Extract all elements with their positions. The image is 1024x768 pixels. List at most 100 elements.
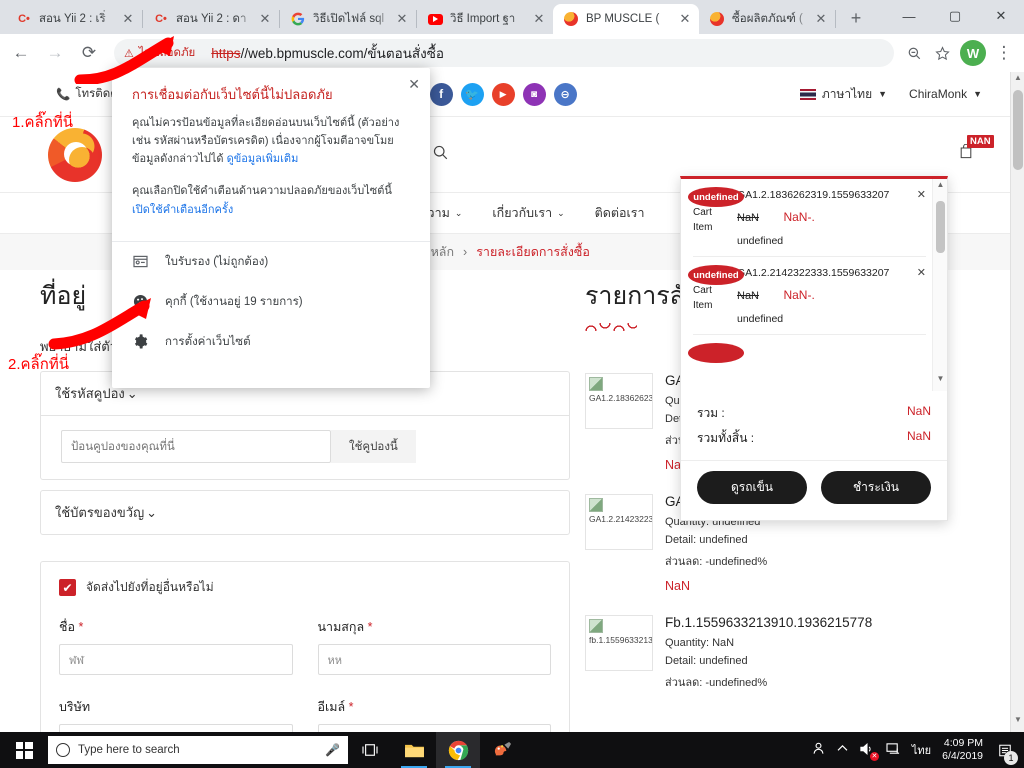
quantity-value: NaN (712, 637, 735, 649)
clock-date: 6/4/2019 (942, 750, 983, 762)
email-input[interactable] (317, 724, 551, 732)
task-view-icon[interactable] (348, 732, 392, 768)
nav-item-contact[interactable]: ติดต่อเรา (595, 203, 645, 223)
close-icon[interactable]: ✕ (408, 76, 420, 93)
browser-tab[interactable]: C• สอน Yii 2 : เริ่ ✕ (6, 4, 142, 34)
coupon-input[interactable] (61, 430, 331, 463)
paint-icon[interactable] (480, 732, 524, 768)
cart-scroll-down-icon[interactable]: ▼ (933, 374, 948, 390)
browser-tab-active[interactable]: BP MUSCLE ( ✕ (553, 4, 699, 34)
maximize-button[interactable]: ▢ (932, 0, 978, 32)
company-input[interactable] (59, 724, 293, 732)
google-icon (290, 11, 306, 27)
order-item-detail: Detail: undefined (665, 534, 975, 546)
zoom-icon[interactable] (900, 39, 928, 67)
cart-scrollbar-thumb[interactable] (936, 201, 945, 253)
facebook-icon[interactable]: f (429, 82, 453, 106)
chrome-menu-icon[interactable]: ⋮ (990, 39, 1018, 67)
cart-icon[interactable]: NAN (958, 135, 994, 165)
apply-coupon-button[interactable]: ใช้คูปองนี้ (331, 430, 416, 463)
microphone-icon[interactable]: 🎤 (325, 743, 340, 757)
chrome-icon[interactable] (436, 732, 480, 768)
field-label-text: ชื่อ (59, 620, 75, 634)
people-icon[interactable] (811, 741, 826, 759)
line-icon[interactable]: ⊖ (553, 82, 577, 106)
popup-item-certificate[interactable]: ใบรับรอง (ไม่ถูกต้อง) (112, 242, 430, 282)
user-menu[interactable]: ChiraMonk ▼ (909, 87, 982, 101)
bookmark-star-icon[interactable] (928, 39, 956, 67)
tab-close-icon[interactable]: ✕ (394, 11, 410, 27)
start-button[interactable] (0, 732, 48, 768)
forward-button[interactable]: → (40, 38, 70, 68)
youtube-icon[interactable]: ▶ (491, 82, 515, 106)
cart-scroll-up-icon[interactable]: ▲ (933, 180, 948, 196)
page-scrollbar[interactable]: ▲ ▼ (1010, 72, 1024, 732)
browser-tab[interactable]: วิธี Import ฐา ✕ (417, 4, 553, 34)
new-tab-button[interactable]: + (842, 4, 870, 32)
scroll-down-arrow-icon[interactable]: ▼ (1011, 715, 1024, 731)
cart-item-remove-icon[interactable]: ✕ (917, 266, 926, 279)
clock[interactable]: 4:09 PM 6/4/2019 (942, 737, 983, 763)
tab-close-icon[interactable]: ✕ (813, 11, 829, 27)
browser-tab[interactable]: C• สอน Yii 2 : ดา ✕ (143, 4, 279, 34)
popup-item-site-settings[interactable]: การตั้งค่าเว็บไซต์ (112, 322, 430, 362)
close-window-button[interactable]: ✕ (978, 0, 1024, 32)
cart-items-list: undefined Cart Item GA1.2.1836262319.155… (681, 179, 934, 391)
cart-scrollbar[interactable]: ▲ ▼ (932, 179, 947, 391)
cart-item-price: NaN-. (783, 288, 815, 302)
cart-item-remove-icon[interactable]: ✕ (917, 188, 926, 201)
required-marker: * (367, 620, 373, 634)
popup-item-cookies[interactable]: คุกกี้ (ใช้งานอยู่ 19 รายการ) (112, 282, 430, 322)
address-bar[interactable]: ⚠ ไม่ปลอดภัย https//web.bpmuscle.com/ขั้… (114, 39, 894, 67)
profile-avatar[interactable]: W (960, 40, 986, 66)
cart-item-badge (688, 343, 744, 363)
ime-language-indicator[interactable]: ไทย (912, 741, 931, 759)
minimize-button[interactable]: — (886, 0, 932, 32)
system-tray: ✕ ไทย 4:09 PM 6/4/2019 1 (811, 737, 1024, 765)
ship-elsewhere-row[interactable]: ✔ จัดส่งไปยังที่อยู่อื่นหรือไม่ (59, 578, 551, 597)
tab-divider (835, 10, 836, 28)
lastname-input[interactable] (317, 644, 551, 675)
cart-item-price: NaN-. (783, 210, 815, 224)
volume-muted-icon[interactable]: ✕ (859, 742, 879, 761)
chevron-up-icon[interactable] (837, 744, 848, 756)
detail-value: undefined (699, 655, 748, 667)
notification-center-icon[interactable]: 1 (994, 737, 1018, 765)
tab-close-icon[interactable]: ✕ (257, 11, 273, 27)
taskbar-search-box[interactable]: Type here to search 🎤 (48, 736, 348, 764)
nav-item-about[interactable]: เกี่ยวกับเรา ⌄ (492, 203, 564, 223)
checkout-button[interactable]: ชำระเงิน (821, 471, 931, 504)
thumbnail-alt-text: GA1.2.2142322333. (589, 514, 653, 524)
instagram-icon[interactable]: ◙ (522, 82, 546, 106)
giftcard-section-header[interactable]: ใช้บัตรของขวัญ ⌄ (40, 490, 570, 535)
tab-close-icon[interactable]: ✕ (531, 11, 547, 27)
tab-close-icon[interactable]: ✕ (677, 11, 693, 27)
twitter-icon[interactable]: 🐦 (460, 82, 484, 106)
scroll-up-arrow-icon[interactable]: ▲ (1011, 73, 1024, 89)
bpmuscle-logo[interactable] (48, 127, 102, 182)
reenable-warnings-link[interactable]: เปิดใช้คำเตือนอีกครั้ง (132, 204, 233, 216)
file-explorer-icon[interactable] (392, 732, 436, 768)
back-button[interactable]: ← (6, 38, 36, 68)
ship-elsewhere-checkbox[interactable]: ✔ (59, 579, 76, 596)
url-rest: //web.bpmuscle.com/ขั้นตอนสั่งซื้อ (240, 46, 445, 61)
giftcard-header-label: ใช้บัตรของขวัญ (55, 505, 145, 520)
firstname-input[interactable] (59, 644, 293, 675)
field-label-text: นามสกุล (317, 620, 365, 634)
browser-tab[interactable]: วิธีเปิดไฟล์ sql ✕ (280, 4, 416, 34)
view-cart-button[interactable]: ดูรถเข็น (697, 471, 807, 504)
search-icon[interactable] (432, 144, 449, 166)
thai-flag-icon (799, 88, 816, 100)
learn-more-link[interactable]: ดูข้อมูลเพิ่มเติม (227, 153, 299, 165)
screen: C• สอน Yii 2 : เริ่ ✕ C• สอน Yii 2 : ดา … (0, 0, 1024, 768)
tab-close-icon[interactable]: ✕ (120, 11, 136, 27)
order-item-quantity: Quantity: NaN (665, 637, 975, 649)
annotation-label-1: 1.คลิ๊กที่นี่ (12, 114, 73, 131)
discount-value: -undefined% (705, 556, 768, 568)
page-scrollbar-thumb[interactable] (1013, 90, 1023, 170)
broken-image-icon (589, 619, 603, 633)
browser-tab[interactable]: ซื้อผลิตภัณฑ์ ( ✕ (699, 4, 835, 34)
language-selector[interactable]: ภาษาไทย ▼ (799, 85, 887, 104)
field-company: บริษัท (59, 697, 293, 732)
network-icon[interactable] (886, 742, 901, 758)
